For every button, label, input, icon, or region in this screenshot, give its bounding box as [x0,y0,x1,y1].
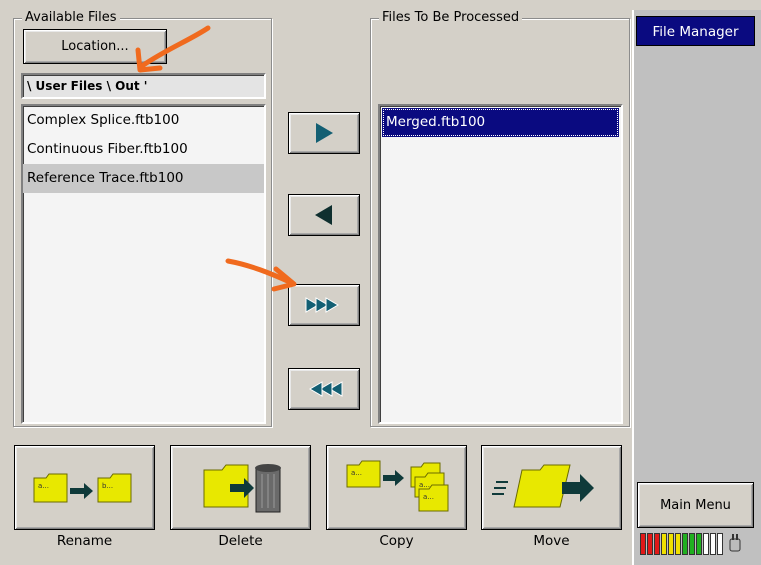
list-item[interactable]: Reference Trace.ftb100 [23,164,264,193]
fast-rewind-icon [309,381,343,397]
move-caption: Move [533,533,570,549]
annotation-arrow-icon [225,258,297,292]
battery-segment [640,533,646,555]
copy-button[interactable]: a... a... a... [326,445,467,530]
annotation-arrow-icon [135,25,211,73]
rename-caption: Rename [56,533,113,549]
file-name: Complex Splice.ftb100 [27,112,180,128]
delete-caption: Delete [218,533,263,549]
location-button-label: Location... [61,39,129,54]
play-right-icon [316,123,333,143]
battery-plug-icon [729,534,741,552]
battery-segment [696,533,702,555]
delete-icon [203,463,281,512]
copy-caption: Copy [379,533,414,549]
battery-segment [675,533,681,555]
battery-meter [640,533,758,559]
battery-segment [717,533,723,555]
add-one-button[interactable] [288,112,360,154]
main-menu-label: Main Menu [660,497,731,513]
file-name: Reference Trace.ftb100 [27,170,184,186]
list-item[interactable]: Complex Splice.ftb100 [23,106,264,135]
delete-button[interactable] [170,445,311,530]
rename-button[interactable]: a... b... [14,445,155,530]
available-files-legend: Available Files [22,10,120,26]
list-item[interactable]: Continuous Fiber.ftb100 [23,135,264,164]
svg-text:a...: a... [38,482,49,490]
sidebar-title: File Manager [636,16,755,46]
rename-icon: a... b... [33,473,131,502]
to-process-list[interactable]: Merged.ftb100 [378,104,623,424]
svg-text:a...: a... [351,469,362,477]
battery-segment [710,533,716,555]
battery-segment [668,533,674,555]
main-menu-button[interactable]: Main Menu [637,482,754,528]
sidebar-title-text: File Manager [652,24,739,40]
battery-segment [689,533,695,555]
battery-segment [703,533,709,555]
list-item[interactable]: Merged.ftb100 [382,108,619,137]
svg-text:a...: a... [419,481,430,489]
remove-all-button[interactable] [288,368,360,410]
remove-one-button[interactable] [288,194,360,236]
copy-icon: a... a... a... [346,460,448,511]
svg-text:b...: b... [102,482,113,490]
fast-forward-icon [305,297,339,313]
to-process-legend: Files To Be Processed [379,10,523,26]
play-left-icon [315,205,332,225]
move-button[interactable] [481,445,622,530]
battery-segment [654,533,660,555]
file-name: Continuous Fiber.ftb100 [27,141,188,157]
move-icon [491,464,594,507]
battery-segment [661,533,667,555]
battery-segment [647,533,653,555]
battery-segment [682,533,688,555]
svg-text:a...: a... [423,493,434,501]
current-path-text: \ User Files \ Out ' [27,79,148,93]
file-name: Merged.ftb100 [386,114,486,130]
